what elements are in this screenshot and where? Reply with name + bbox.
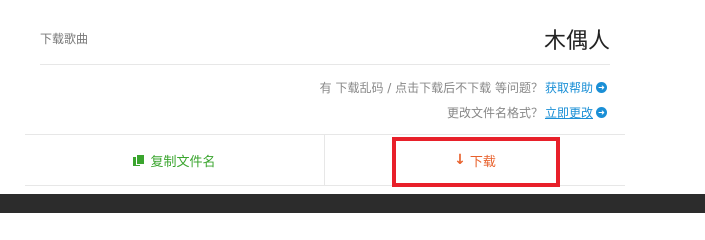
footer-bar — [0, 194, 705, 213]
copy-icon — [133, 153, 146, 167]
copy-filename-button[interactable]: 复制文件名 — [25, 135, 325, 185]
circle-arrow-right-icon[interactable]: ➜ — [596, 107, 607, 118]
arrow-down-icon: ↓ — [454, 152, 466, 168]
change-now-link[interactable]: 立即更改 — [545, 104, 593, 121]
song-label: 下载歌曲 — [40, 32, 89, 46]
download-dialog: 下载歌曲 木偶人 有 下载乱码 / 点击下载后不下载 等问题？ 获取帮助 ➜ 更… — [0, 0, 705, 213]
circle-arrow-right-icon[interactable]: ➜ — [596, 82, 607, 93]
download-button[interactable]: ↓ 下载 — [325, 135, 625, 185]
song-row: 下载歌曲 木偶人 — [40, 0, 610, 65]
rename-text: 更改文件名格式？ — [446, 106, 543, 120]
help-text: 有 下载乱码 / 点击下载后不下载 等问题？ — [319, 81, 543, 95]
song-name: 木偶人 — [543, 29, 610, 54]
rename-line: 更改文件名格式？ 立即更改 ➜ — [447, 104, 607, 121]
help-line: 有 下载乱码 / 点击下载后不下载 等问题？ 获取帮助 ➜ — [320, 79, 607, 96]
download-label: 下载 — [469, 154, 496, 170]
copy-filename-label: 复制文件名 — [150, 154, 216, 170]
action-bar: 复制文件名 ↓ 下载 — [25, 134, 625, 186]
get-help-link[interactable]: 获取帮助 — [545, 79, 593, 96]
